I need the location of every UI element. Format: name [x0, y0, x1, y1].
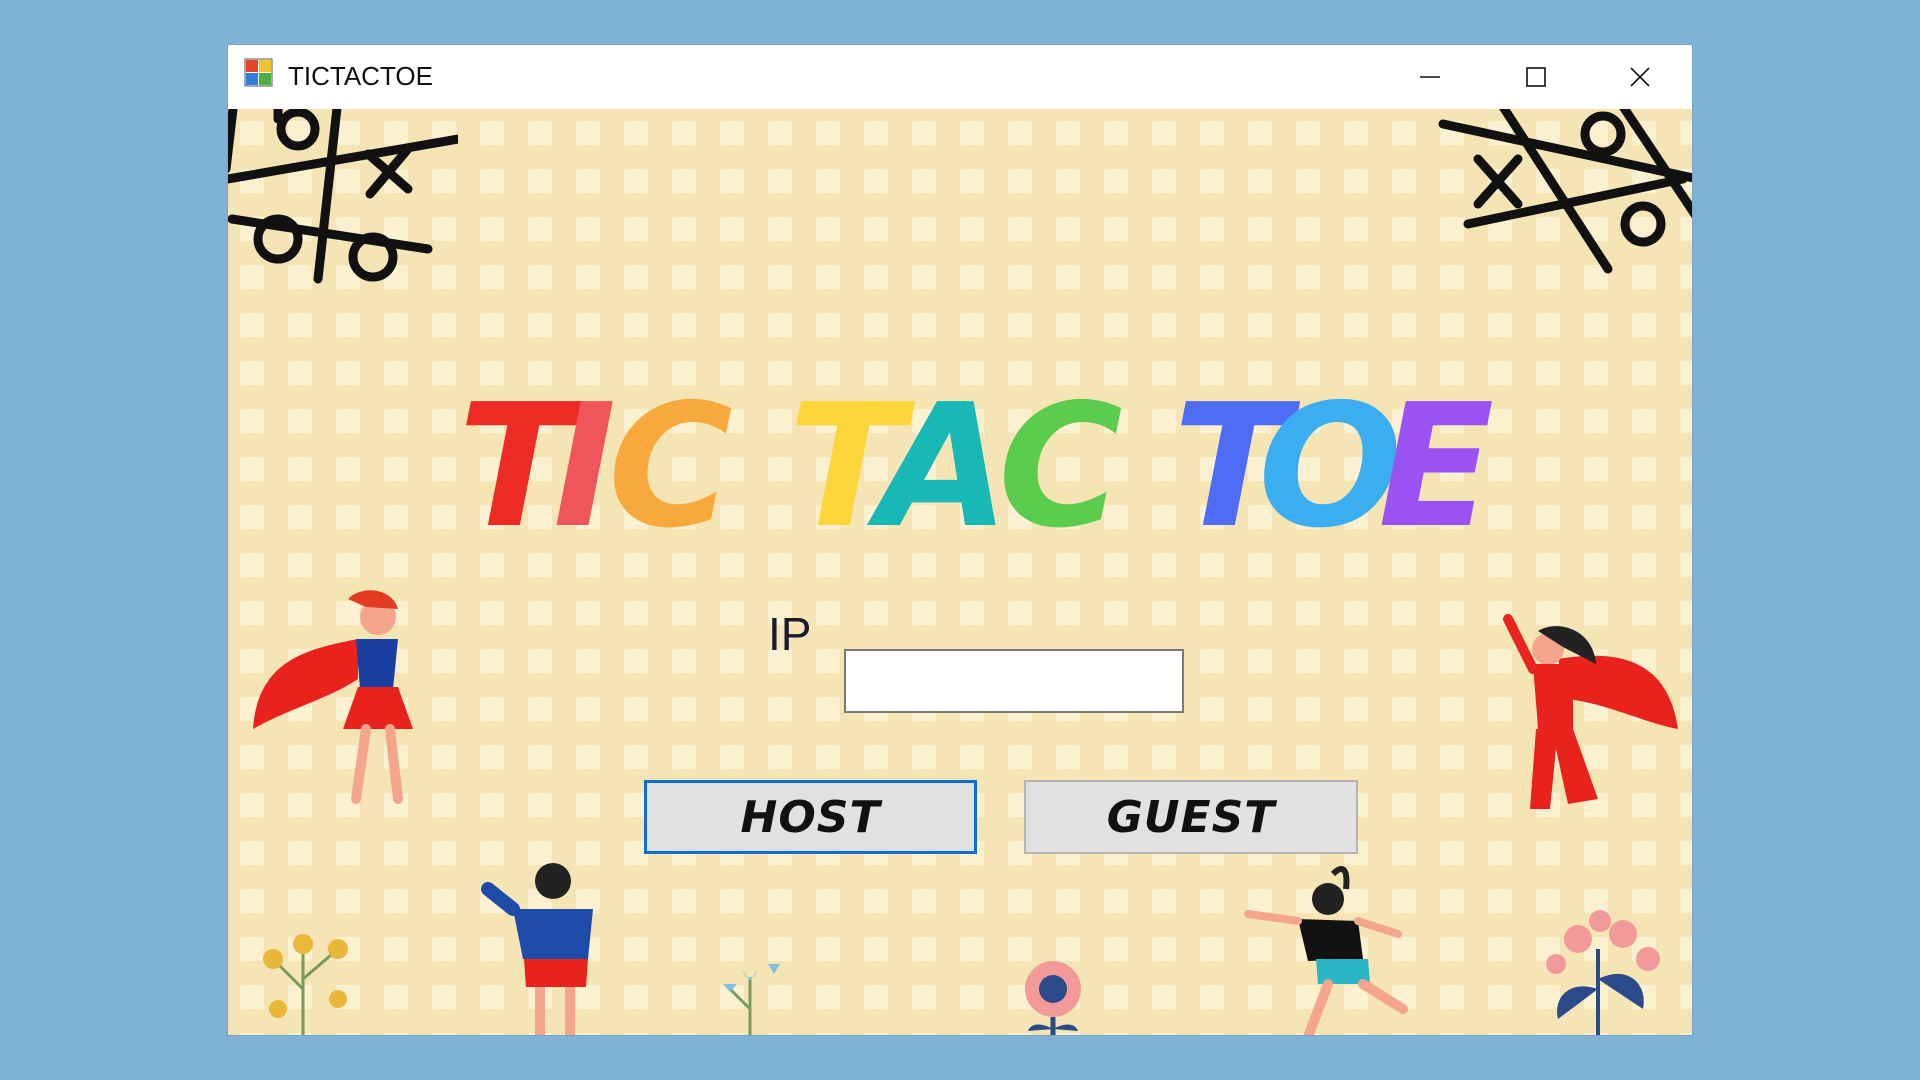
superhero-woman-left-illustration: [253, 590, 413, 804]
superhero-woman-right-illustration: [1503, 614, 1678, 809]
host-button[interactable]: HOST: [644, 780, 977, 854]
app-window: TICTACTOE T I C T A C T O E IP HOST GUES…: [228, 45, 1692, 1035]
window-title: TICTACTOE: [288, 61, 433, 91]
close-icon: [1630, 67, 1650, 87]
maximize-button[interactable]: [1484, 45, 1588, 109]
ip-label: IP: [768, 608, 812, 660]
pink-navy-bouquet-illustration: [1546, 910, 1660, 1035]
maximize-icon: [1526, 67, 1546, 87]
minimize-icon: [1420, 76, 1440, 78]
yellow-flowers-illustration: [263, 934, 348, 1035]
guest-button[interactable]: GUEST: [1024, 780, 1358, 854]
game-panel: T I C T A C T O E IP HOST GUEST: [228, 109, 1692, 1035]
game-title: T I C T A C T O E: [458, 368, 1494, 537]
title-letter-i: I: [553, 368, 616, 537]
title-letter-e: E: [1378, 368, 1494, 537]
ip-input[interactable]: [844, 649, 1184, 713]
app-icon: [244, 58, 273, 87]
blue-tulips-illustration: [723, 964, 780, 1035]
tictactoe-doodle-top-right: [1438, 109, 1692, 274]
dancing-woman-illustration: [1244, 866, 1408, 1035]
title-letter-c2: C: [998, 368, 1123, 537]
title-bar[interactable]: TICTACTOE: [228, 45, 1692, 109]
title-letter-c1: C: [608, 368, 733, 537]
close-button[interactable]: [1588, 45, 1692, 109]
girl-power-figure-illustration: [481, 863, 593, 1035]
title-letter-a: A: [866, 368, 1010, 537]
tictactoe-doodle-top-left: [228, 109, 458, 284]
pink-flower-illustration: [1025, 961, 1081, 1035]
minimize-button[interactable]: [1378, 45, 1482, 109]
